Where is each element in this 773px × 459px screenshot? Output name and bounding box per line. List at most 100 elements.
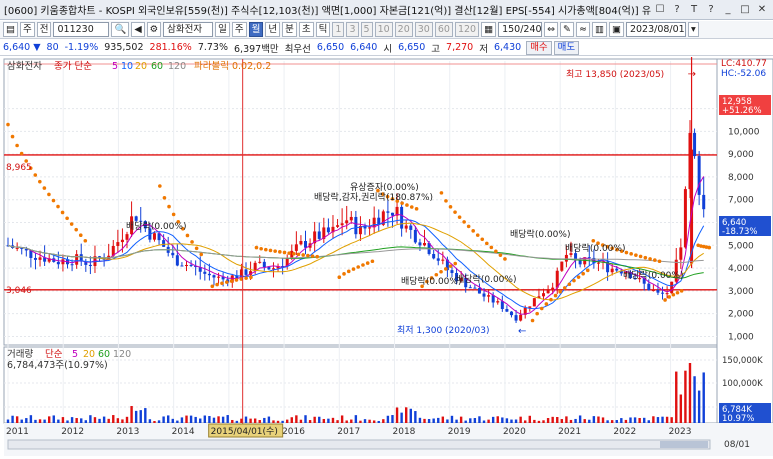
best-ask-label: 최우선 (284, 43, 311, 55)
jeon-button[interactable]: 전 (36, 22, 52, 37)
candle-body (528, 306, 532, 308)
x-tick-label: 2023 (669, 427, 692, 437)
font-icon[interactable]: T (687, 3, 701, 17)
draw-icon[interactable]: ✎ (560, 22, 574, 37)
buy-button[interactable]: 매수 (526, 40, 552, 55)
legend-ma60: 60 (151, 61, 163, 72)
volume-bar (629, 417, 632, 423)
volume-bar (345, 420, 348, 423)
volume-bar (665, 416, 669, 423)
sar-dot (558, 289, 562, 294)
help-icon[interactable]: ? (670, 3, 684, 17)
volume-bar (295, 415, 298, 423)
x-tick-label: 2013 (116, 427, 139, 437)
interval-3[interactable]: 3 (346, 22, 359, 37)
period-month[interactable]: 월 (248, 22, 264, 37)
hline-upper-label: 8,965 (6, 163, 32, 173)
volume-info: 6,784,473주(10.97%) (7, 360, 108, 371)
sar-dot (365, 261, 370, 265)
interval-60[interactable]: 60 (434, 22, 453, 37)
interval-10[interactable]: 10 (374, 22, 393, 37)
period-day[interactable]: 일 (215, 22, 230, 37)
y-tick-label: 2,000 (728, 310, 754, 320)
sar-dot (576, 275, 581, 279)
volume-legend-name: 거래량 (7, 348, 33, 360)
candle-body (400, 206, 404, 229)
volume-bar (583, 419, 586, 423)
volume-bar (464, 420, 467, 423)
period-week[interactable]: 주 (231, 22, 247, 37)
question-icon[interactable]: ? (704, 3, 718, 17)
trade-amount: 6,397백만 (234, 43, 279, 55)
volume-bar (112, 415, 115, 423)
sar-dot (591, 238, 596, 243)
period-tick[interactable]: 틱 (315, 22, 331, 37)
interval-1[interactable]: 1 (332, 22, 345, 37)
chart-settings-icon[interactable]: ⚙ (146, 22, 162, 37)
volume-bar (38, 419, 42, 423)
minimize-icon[interactable]: _ (721, 3, 735, 17)
stock-code-input[interactable]: 011230 (53, 22, 110, 37)
volume-bar (414, 411, 417, 423)
interval-30[interactable]: 30 (414, 22, 433, 37)
candle-body (509, 311, 513, 316)
volume-bar (588, 419, 591, 423)
candle-body (171, 252, 175, 256)
sar-dot (549, 297, 553, 302)
sar-dot (444, 199, 448, 203)
candle-body (203, 271, 207, 274)
volume-bar (638, 417, 641, 423)
volume-bar (533, 419, 536, 423)
scrollbar-thumb[interactable] (660, 441, 708, 448)
price-chart-svg[interactable]: →← 1,0002,0003,0004,0005,0006,0007,0008,… (0, 43, 773, 456)
horizontal-scrollbar[interactable] (7, 439, 711, 450)
sar-dot (282, 250, 287, 255)
volume-bar (688, 363, 692, 423)
period-second[interactable]: 초 (298, 22, 314, 37)
volume-bar (258, 420, 261, 423)
interval-20[interactable]: 20 (394, 22, 413, 37)
sar-dot (356, 265, 361, 269)
volume-bar (66, 420, 69, 423)
maximize-icon[interactable]: □ (738, 3, 752, 17)
search-icon[interactable]: 🔍 (111, 22, 130, 37)
badge-current-pct: -18.73% (722, 227, 757, 237)
chart-area[interactable]: →← 1,0002,0003,0004,0005,0006,0007,0008,… (0, 43, 773, 456)
sell-button[interactable]: 매도 (553, 40, 580, 55)
interval-120[interactable]: 120 (454, 22, 480, 37)
market-select[interactable]: 주 (19, 22, 35, 37)
count-input[interactable]: 150/240 (498, 22, 543, 37)
annotation-dividend-2019b: 배당락(0.00%) (456, 273, 516, 285)
compare-icon[interactable]: ≈ (576, 22, 590, 37)
candle-body (514, 315, 518, 321)
period-year[interactable]: 년 (265, 22, 281, 37)
sar-dot (351, 267, 356, 271)
volume-bar (121, 419, 124, 423)
menu-icon[interactable]: ▤ (3, 22, 18, 37)
calendar-dropdown-icon[interactable]: ▾ (687, 22, 699, 37)
candle-body (423, 242, 427, 246)
stock-name-field[interactable]: 삼화전자 (163, 22, 214, 37)
volume-bar (469, 418, 472, 423)
candle-body (349, 216, 353, 221)
annotation-capital-reduction: 배당락,감자,권리락(180.87%) (314, 191, 433, 203)
sar-dot (409, 205, 414, 209)
close-icon[interactable]: ✕ (755, 3, 769, 17)
sar-dot (296, 252, 301, 257)
date-input[interactable]: 2023/08/01 (625, 22, 686, 37)
calendar-icon[interactable]: ▣ (608, 22, 624, 37)
hline-lower-label: 3,046 (6, 286, 32, 296)
sar-dot (405, 203, 409, 207)
indicator-icon[interactable]: ▥ (591, 22, 607, 37)
sar-dot (315, 254, 320, 259)
pin-icon[interactable]: ☐ (653, 3, 667, 17)
period-minute[interactable]: 분 (282, 22, 297, 37)
grid-icon[interactable]: ▦ (481, 22, 497, 37)
volume-bar (551, 416, 554, 423)
volume-bar (519, 416, 522, 423)
speaker-icon[interactable]: ◀ (131, 22, 145, 37)
candle-body (656, 290, 660, 293)
x-tick-label: 2021 (558, 427, 581, 437)
interval-5[interactable]: 5 (360, 22, 373, 37)
zoom-icon[interactable]: ⇔ (544, 22, 559, 37)
